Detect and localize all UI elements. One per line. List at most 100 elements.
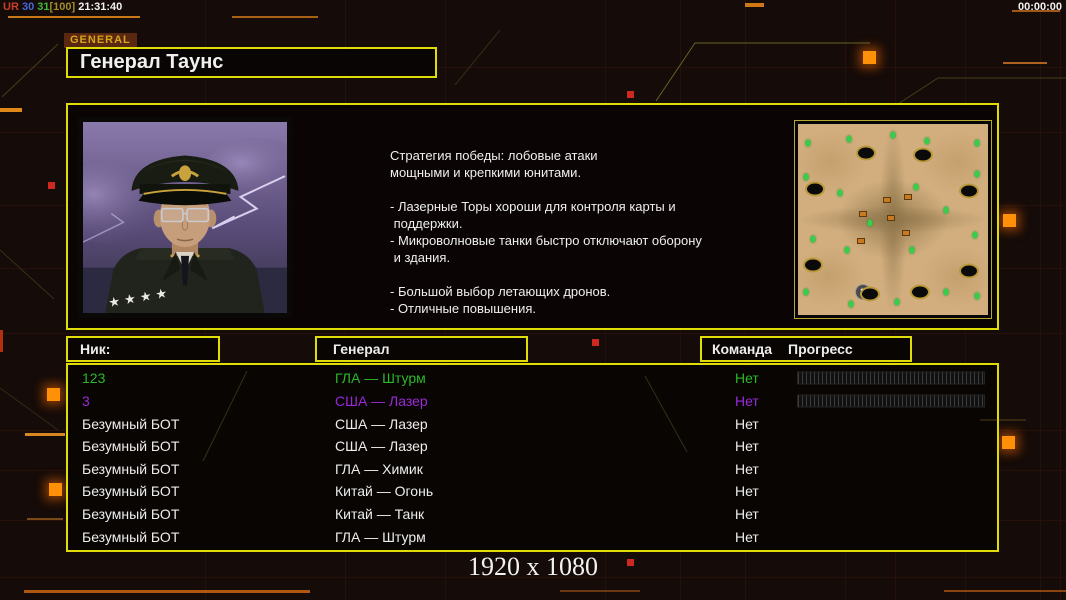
- decor-red-square: [592, 339, 599, 346]
- decor-line: [745, 3, 764, 7]
- decor-line: [0, 108, 22, 112]
- map-unit-dot: [904, 193, 913, 200]
- general-title: Генерал Таунс: [66, 47, 437, 78]
- player-team: Нет: [735, 483, 759, 500]
- decor-line: [1003, 62, 1047, 64]
- map-start-dot: [972, 231, 978, 239]
- player-row[interactable]: 123 ГЛА — Штурм Нет: [68, 367, 997, 390]
- player-team: Нет: [735, 370, 759, 387]
- decor-line: [24, 590, 310, 593]
- header-team-label: Команда: [712, 341, 772, 357]
- header-general-label: Генерал: [333, 341, 390, 357]
- map-unit-dot: [887, 214, 896, 221]
- player-general: ГЛА — Штурм: [335, 528, 426, 545]
- decor-line: [0, 330, 3, 352]
- map-crater: [860, 286, 881, 302]
- player-row[interactable]: Безумный БОТ ГЛА — Химик Нет: [68, 458, 997, 481]
- debug-segment: 30: [21, 1, 38, 13]
- decor-line: [25, 433, 65, 436]
- map-start-dot: [867, 219, 873, 227]
- decor-glow-square: [863, 51, 876, 64]
- decor-glow-square: [47, 388, 60, 401]
- decor-line: [232, 16, 318, 18]
- map-unit-dot: [858, 210, 867, 217]
- map-crater: [913, 147, 934, 163]
- map-start-dot: [913, 183, 919, 191]
- debug-segment: UR: [3, 1, 22, 13]
- player-team: Нет: [735, 528, 759, 545]
- player-general: США — Лазер: [335, 415, 428, 432]
- grid-vline: [1040, 0, 1041, 600]
- map-start-dot: [924, 137, 930, 145]
- map-preview: 2: [794, 120, 992, 319]
- player-progress-bar: [797, 371, 985, 385]
- map-start-dot: [803, 288, 809, 296]
- player-nick: Безумный БОТ: [82, 528, 180, 545]
- map-start-dot: [810, 235, 816, 243]
- player-nick: Безумный БОТ: [82, 483, 180, 500]
- player-team: Нет: [735, 506, 759, 523]
- map-crater: [909, 284, 930, 300]
- map-start-dot: [909, 246, 915, 254]
- map-start-dot: [974, 170, 980, 178]
- player-nick: 123: [82, 370, 106, 387]
- match-timer: 00:00:00: [1017, 1, 1062, 13]
- debug-overlay: UR 30 31[100] 21:31:40: [3, 1, 122, 13]
- map-terrain: 2: [798, 124, 988, 315]
- map-crater: [959, 263, 979, 279]
- player-row[interactable]: Безумный БОТ Китай — Танк Нет: [68, 503, 997, 526]
- map-unit-dot: [902, 229, 911, 236]
- grid-hline: [0, 333, 1066, 334]
- map-start-dot: [805, 139, 810, 147]
- debug-segment: [100]: [49, 1, 76, 13]
- player-row[interactable]: Безумный БОТ США — Лазер Нет: [68, 435, 997, 458]
- player-team: Нет: [735, 415, 759, 432]
- player-team: Нет: [735, 438, 759, 455]
- map-start-dot: [846, 135, 852, 143]
- map-start-dot: [974, 292, 980, 300]
- header-nick-label: Ник:: [80, 341, 111, 357]
- header-general: Генерал: [315, 336, 528, 362]
- general-info-panel: ★ ★ ★ ★ Стратегия победы: лобовые атаки …: [66, 103, 999, 330]
- tab-general: GENERAL: [64, 33, 137, 48]
- player-row[interactable]: Безумный БОТ ГЛА — Штурм Нет: [68, 525, 997, 548]
- header-nick: Ник:: [66, 336, 220, 362]
- map-crater: [856, 145, 877, 161]
- player-general: США — Лазер: [335, 438, 428, 455]
- player-rows: 123 ГЛА — Штурм Нет 3 США — Лазер Нет Бе…: [68, 367, 997, 548]
- lobby-screen: { "debug": { "segments": [ {"text": "UR …: [0, 0, 1066, 600]
- map-unit-dot: [883, 197, 892, 204]
- map-start-dot: [848, 300, 854, 308]
- player-general: ГЛА — Штурм: [335, 370, 426, 387]
- map-start-dot: [890, 131, 896, 139]
- decor-red-square: [627, 91, 634, 98]
- player-general: Китай — Танк: [335, 506, 425, 523]
- map-crater: [959, 183, 979, 199]
- player-row[interactable]: Безумный БОТ Китай — Огонь Нет: [68, 480, 997, 503]
- grid-vline: [1060, 0, 1061, 600]
- decor-glow-square: [1002, 436, 1015, 449]
- decor-line: [944, 590, 1066, 592]
- player-nick: Безумный БОТ: [82, 415, 180, 432]
- player-nick: Безумный БОТ: [82, 506, 180, 523]
- player-row[interactable]: Безумный БОТ США — Лазер Нет: [68, 412, 997, 435]
- decor-line: [27, 518, 63, 520]
- decor-red-square: [48, 182, 55, 189]
- map-start-dot: [943, 288, 949, 296]
- player-nick: 3: [82, 392, 90, 409]
- decor-glow-square: [49, 483, 62, 496]
- map-crater: [805, 181, 826, 197]
- header-progress-label: Прогресс: [788, 341, 853, 357]
- decor-glow-square: [1003, 214, 1016, 227]
- decor-line: [8, 16, 140, 18]
- player-general: Китай — Огонь: [335, 483, 434, 500]
- general-portrait: ★ ★ ★ ★: [78, 117, 292, 318]
- player-progress-bar: [797, 394, 985, 408]
- player-row[interactable]: 3 США — Лазер Нет: [68, 390, 997, 413]
- debug-segment: 31: [37, 1, 50, 13]
- player-nick: Безумный БОТ: [82, 438, 180, 455]
- map-start-dot: [803, 173, 809, 181]
- header-team-progress: Команда Прогресс: [700, 336, 912, 362]
- map-start-dot: [974, 139, 980, 147]
- strategy-description: Стратегия победы: лобовые атаки мощными …: [390, 148, 702, 316]
